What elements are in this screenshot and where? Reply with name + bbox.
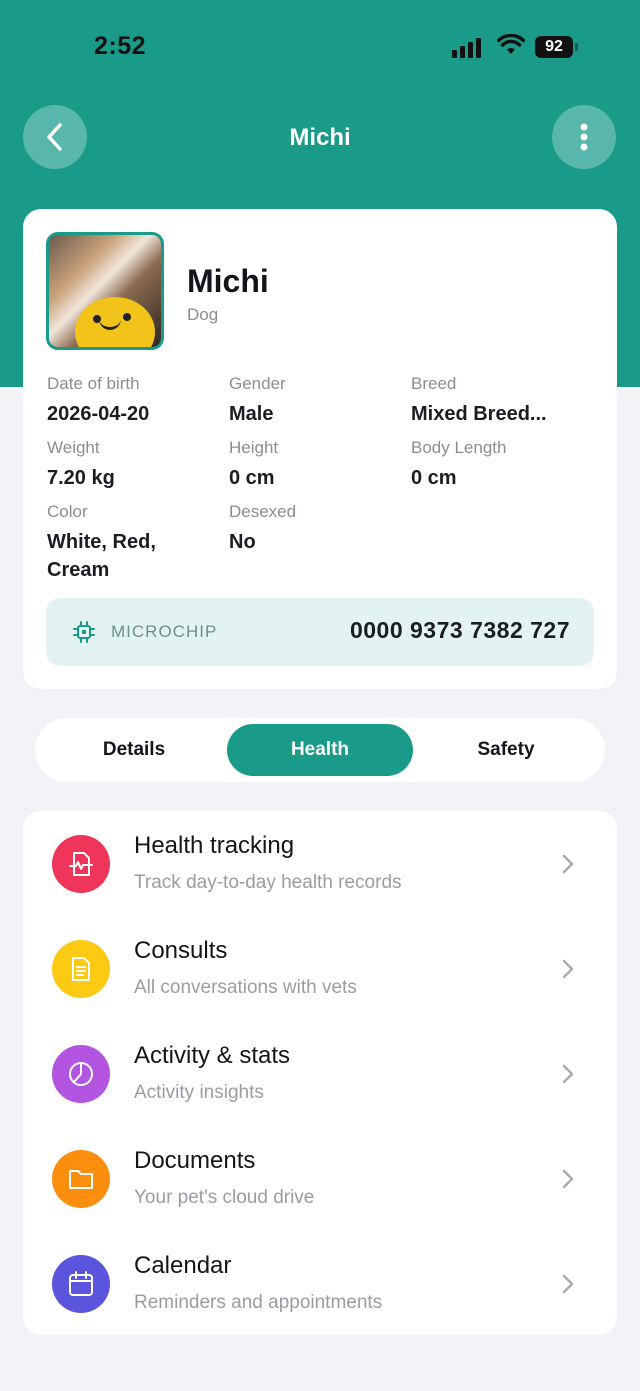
cellular-signal-icon — [452, 36, 481, 58]
menu-item-title: Consults — [134, 937, 228, 964]
calendar-icon — [52, 1255, 110, 1313]
tab-details[interactable]: Details — [41, 724, 227, 776]
microchip-row[interactable]: MICROCHIP 0000 9373 7382 727 — [46, 598, 594, 666]
menu-item-calendar[interactable]: Calendar Reminders and appointments — [23, 1231, 617, 1335]
status-bar: 2:52 92 — [0, 0, 640, 90]
menu-item-health-tracking[interactable]: Health tracking Track day-to-day health … — [23, 811, 617, 915]
menu-item-documents[interactable]: Documents Your pet's cloud drive — [23, 1126, 617, 1230]
chevron-right-icon — [562, 1274, 574, 1294]
attr-body-length: Body Length 0 cm — [411, 438, 506, 492]
tab-safety[interactable]: Safety — [413, 724, 599, 776]
attr-label: Body Length — [411, 438, 507, 457]
attr-value: 2026-04-20 — [47, 403, 150, 425]
menu-item-subtitle: Track day-to-day health records — [134, 872, 402, 893]
attr-label: Weight — [47, 438, 100, 457]
folder-icon — [52, 1150, 110, 1208]
attr-value: Mixed Breed... — [411, 403, 547, 425]
health-menu: Health tracking Track day-to-day health … — [23, 811, 617, 1335]
menu-item-subtitle: All conversations with vets — [134, 977, 357, 998]
attr-breed: Breed Mixed Breed... — [411, 374, 547, 428]
menu-item-title: Health tracking — [134, 832, 295, 859]
attr-value: Male — [229, 403, 274, 425]
chevron-right-icon — [562, 1064, 574, 1084]
pet-profile-card: Michi Dog Date of birth 2026-04-20 Gende… — [23, 209, 617, 689]
attr-label: Gender — [229, 374, 286, 393]
menu-item-title: Calendar — [134, 1252, 232, 1279]
microchip-label: MICROCHIP — [111, 622, 218, 641]
toy-eye — [123, 313, 131, 321]
attr-value: 7.20 kg — [47, 467, 115, 489]
attr-color: Color White, Red, Cream — [47, 502, 197, 584]
document-icon — [52, 940, 110, 998]
attr-label: Date of birth — [47, 374, 140, 393]
chevron-right-icon — [562, 959, 574, 979]
menu-item-title: Activity & stats — [134, 1042, 291, 1069]
wifi-icon — [497, 34, 525, 54]
attr-weight: Weight 7.20 kg — [47, 438, 115, 492]
menu-item-subtitle: Activity insights — [134, 1082, 264, 1103]
attr-height: Height 0 cm — [229, 438, 278, 492]
page-title: Michi — [289, 124, 351, 151]
attr-value: 0 cm — [229, 467, 275, 489]
menu-item-title: Documents — [134, 1147, 256, 1174]
pet-species: Dog — [187, 305, 219, 324]
attr-date-of-birth: Date of birth 2026-04-20 — [47, 374, 149, 428]
microchip-icon — [73, 621, 95, 643]
attr-label: Desexed — [229, 502, 297, 521]
tab-health[interactable]: Health — [227, 724, 413, 776]
chevron-right-icon — [562, 854, 574, 874]
attr-label: Breed — [411, 374, 457, 393]
battery-indicator: 92 — [535, 36, 573, 58]
microchip-number: 0000 9373 7382 727 — [349, 617, 570, 643]
status-time: 2:52 — [94, 32, 147, 60]
menu-item-subtitle: Reminders and appointments — [134, 1292, 383, 1313]
attr-value: No — [229, 531, 256, 553]
attr-desexed: Desexed No — [229, 502, 296, 556]
health-record-icon — [52, 835, 110, 893]
pie-chart-icon — [52, 1045, 110, 1103]
menu-item-activity-stats[interactable]: Activity & stats Activity insights — [23, 1021, 617, 1125]
pet-avatar[interactable] — [46, 232, 164, 350]
menu-item-consults[interactable]: Consults All conversations with vets — [23, 916, 617, 1020]
more-options-button[interactable] — [552, 105, 616, 169]
tab-bar: Details Health Safety — [35, 718, 605, 782]
attr-value: 0 cm — [411, 467, 457, 489]
attr-gender: Gender Male — [229, 374, 286, 428]
battery-tip — [575, 43, 578, 51]
more-vertical-icon — [580, 123, 588, 151]
attr-label: Color — [47, 502, 88, 521]
attr-value: White, Red, Cream — [47, 531, 156, 581]
chevron-right-icon — [562, 1169, 574, 1189]
attr-label: Height — [229, 438, 279, 457]
pet-name: Michi — [187, 263, 269, 299]
menu-item-subtitle: Your pet's cloud drive — [134, 1187, 315, 1208]
